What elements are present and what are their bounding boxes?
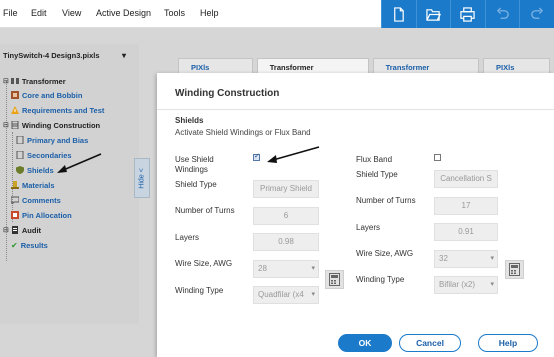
new-file-icon bbox=[394, 6, 405, 22]
chevron-down-icon: ▾ bbox=[311, 291, 315, 298]
winding-icon bbox=[11, 121, 19, 129]
annotation-arrow bbox=[57, 153, 102, 173]
shield-type-field[interactable]: Primary Shield bbox=[253, 180, 319, 198]
tree-item-transformer[interactable]: ⊟ Transformer bbox=[3, 75, 66, 87]
divider bbox=[157, 109, 554, 110]
tree-item-primary-bias[interactable]: Primary and Bias bbox=[16, 134, 88, 146]
print-icon bbox=[460, 6, 476, 22]
winding-type-select[interactable]: Quadfilar (x4 ▾ bbox=[253, 286, 319, 304]
shield-icon bbox=[16, 166, 24, 174]
new-file-button[interactable] bbox=[381, 0, 416, 28]
print-button[interactable] bbox=[450, 0, 485, 28]
wire-size-select[interactable]: 32 ▾ bbox=[434, 250, 498, 268]
tree-item-results[interactable]: ✔ Results bbox=[11, 239, 48, 251]
shield-type-label: Shield Type bbox=[356, 170, 398, 179]
turns-field[interactable]: 17 bbox=[434, 197, 498, 215]
redo-button[interactable] bbox=[519, 0, 554, 28]
tree-item-shields[interactable]: Shields bbox=[16, 164, 54, 176]
section-title: Shields bbox=[175, 116, 204, 125]
layers-label: Layers bbox=[175, 233, 200, 242]
flux-band-label: Flux Band bbox=[356, 155, 393, 164]
open-folder-icon bbox=[426, 8, 441, 21]
open-folder-button[interactable] bbox=[415, 0, 451, 28]
pin-icon bbox=[11, 211, 19, 219]
ok-button[interactable]: OK bbox=[338, 334, 392, 352]
warning-icon bbox=[11, 106, 19, 114]
flux-band-checkbox[interactable] bbox=[434, 154, 441, 161]
layers-label: Layers bbox=[356, 223, 381, 232]
tree-item-audit[interactable]: ⊟ Audit bbox=[3, 224, 41, 236]
audit-icon bbox=[11, 226, 18, 234]
undo-button[interactable] bbox=[484, 0, 520, 28]
menu-view[interactable]: View bbox=[62, 8, 81, 18]
chevron-down-icon: ▾ bbox=[121, 51, 126, 60]
collapse-icon: ⊟ bbox=[3, 78, 9, 85]
collapse-icon: ⊟ bbox=[3, 122, 9, 129]
sidebar: TinySwitch-4 Design3.pixls ▾ ⊟ Transform… bbox=[0, 44, 139, 324]
annotation-arrow bbox=[267, 146, 320, 163]
winding-type-label: Winding Type bbox=[175, 286, 224, 295]
tree-item-pin-allocation[interactable]: Pin Allocation bbox=[11, 209, 72, 221]
project-select[interactable]: TinySwitch-4 Design3.pixls ▾ bbox=[0, 48, 132, 64]
winding-type-label: Winding Type bbox=[356, 275, 405, 284]
document-icon bbox=[16, 151, 24, 159]
winding-construction-dialog: Winding Construction Shields Activate Sh… bbox=[157, 73, 554, 357]
hide-sidebar-tab[interactable]: Hide < bbox=[134, 158, 150, 198]
chevron-down-icon: ▾ bbox=[490, 281, 494, 288]
tree-item-core-bobbin[interactable]: Core and Bobbin bbox=[11, 89, 82, 101]
chevron-down-icon: ▾ bbox=[490, 255, 494, 262]
menu-bar: File Edit View Active Design Tools Help bbox=[0, 0, 554, 28]
use-shield-checkbox[interactable] bbox=[253, 152, 260, 161]
tree-item-winding-construction[interactable]: ⊟ Winding Construction bbox=[3, 119, 100, 131]
layers-field[interactable]: 0.98 bbox=[253, 233, 319, 251]
calculator-button[interactable] bbox=[505, 260, 524, 279]
calculator-icon bbox=[509, 263, 520, 276]
tree-item-comments[interactable]: Comments bbox=[11, 194, 61, 206]
undo-icon bbox=[496, 6, 509, 19]
chevron-down-icon: ▾ bbox=[311, 265, 315, 272]
help-button[interactable]: Help bbox=[478, 334, 538, 352]
menu-tools[interactable]: Tools bbox=[164, 8, 185, 18]
dialog-title: Winding Construction bbox=[175, 88, 280, 99]
wire-size-label: Wire Size, AWG bbox=[356, 249, 414, 258]
check-icon: ✔ bbox=[11, 240, 18, 250]
menu-file[interactable]: File bbox=[3, 8, 18, 18]
materials-icon bbox=[11, 181, 19, 189]
calculator-icon bbox=[329, 273, 340, 286]
menu-edit[interactable]: Edit bbox=[31, 8, 47, 18]
toolbar bbox=[381, 0, 554, 28]
cancel-button[interactable]: Cancel bbox=[399, 334, 461, 352]
core-icon bbox=[11, 91, 19, 99]
tree-item-materials[interactable]: Materials bbox=[11, 179, 55, 191]
winding-type-select[interactable]: Bifilar (x2) ▾ bbox=[434, 276, 498, 294]
turns-label: Number of Turns bbox=[356, 196, 416, 205]
menu-help[interactable]: Help bbox=[200, 8, 219, 18]
calculator-button[interactable] bbox=[325, 270, 344, 289]
menu-active-design[interactable]: Active Design bbox=[96, 8, 151, 18]
section-subtitle: Activate Shield Windings or Flux Band bbox=[175, 128, 311, 137]
redo-icon bbox=[530, 6, 543, 19]
comment-icon bbox=[11, 196, 19, 204]
document-icon bbox=[16, 136, 24, 144]
shield-type-field[interactable]: Cancellation S bbox=[434, 170, 498, 188]
wire-size-label: Wire Size, AWG bbox=[175, 259, 233, 268]
tree-item-requirements[interactable]: Requirements and Test bbox=[11, 104, 104, 116]
turns-label: Number of Turns bbox=[175, 206, 235, 215]
shield-type-label: Shield Type bbox=[175, 180, 217, 189]
transformer-icon bbox=[10, 78, 19, 84]
turns-field[interactable]: 6 bbox=[253, 207, 319, 225]
collapse-icon: ⊟ bbox=[3, 227, 9, 234]
layers-field[interactable]: 0.91 bbox=[434, 223, 498, 241]
project-name: TinySwitch-4 Design3.pixls bbox=[3, 51, 100, 60]
use-shield-label: Use Shield Windings bbox=[175, 155, 214, 174]
wire-size-select[interactable]: 28 ▾ bbox=[253, 260, 319, 278]
